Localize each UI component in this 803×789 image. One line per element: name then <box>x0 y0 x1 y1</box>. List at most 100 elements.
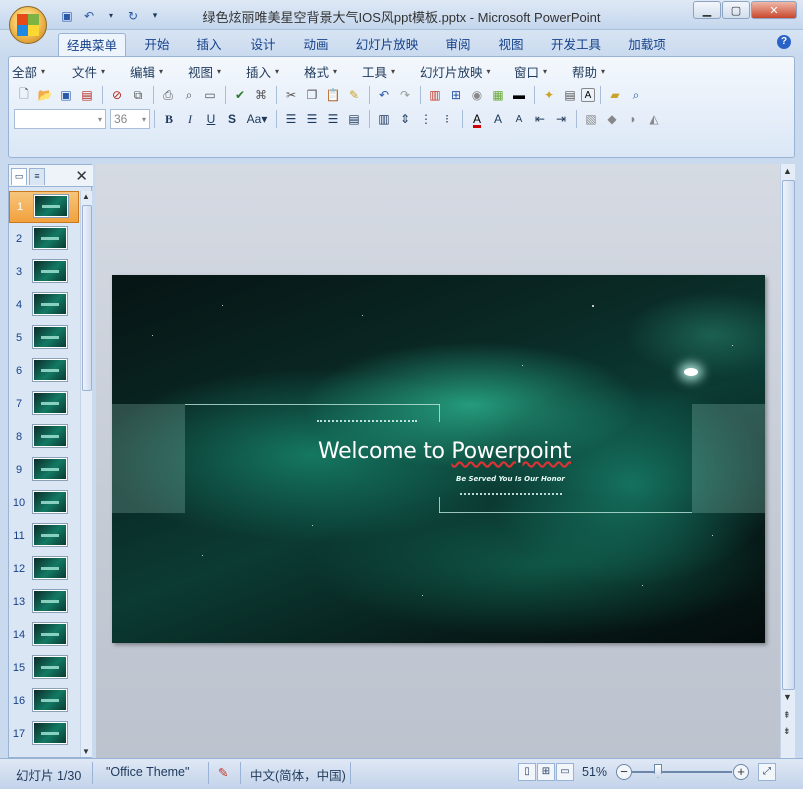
tab-insert[interactable]: 插入 <box>190 33 228 58</box>
new-slide-icon[interactable]: ✦ <box>539 85 559 105</box>
previous-slide-icon[interactable]: ⇞ <box>783 710 791 721</box>
tab-outline[interactable]: ≡ <box>29 168 45 185</box>
zoom-out-button[interactable]: − <box>616 764 632 780</box>
arrange-icon[interactable]: ▧ <box>581 109 601 129</box>
font-size-combo[interactable]: 36 ▾ <box>110 109 150 129</box>
minimize-button[interactable]: ▁ <box>693 1 721 19</box>
slide-thumbnail-12[interactable]: 12 <box>9 554 79 586</box>
zoom-slider-thumb[interactable] <box>654 764 662 778</box>
bold-icon[interactable]: B <box>159 109 179 129</box>
scroll-up-icon[interactable]: ▲ <box>783 166 792 176</box>
italic-icon[interactable]: I <box>180 109 200 129</box>
print-icon[interactable]: ⎙ <box>158 85 178 105</box>
align-left-icon[interactable]: ☰ <box>281 109 301 129</box>
slide-thumbnail-1[interactable]: 1 <box>9 191 79 223</box>
scroll-down-icon[interactable]: ▼ <box>783 692 792 702</box>
save-icon[interactable]: ▣ <box>56 85 76 105</box>
columns-icon[interactable]: ▥ <box>374 109 394 129</box>
normal-view-button[interactable]: ▯ <box>518 763 536 781</box>
slide-thumbnail-10[interactable]: 10 <box>9 488 79 520</box>
scroll-thumb[interactable] <box>82 205 92 391</box>
menu-all[interactable]: 全部 ▾ <box>12 61 72 81</box>
align-center-icon[interactable]: ☰ <box>302 109 322 129</box>
slide-thumbnail-4[interactable]: 4 <box>9 290 79 322</box>
justify-icon[interactable]: ▤ <box>344 109 364 129</box>
shrink-font-icon[interactable]: A <box>509 109 529 129</box>
redo-icon[interactable]: ↷ <box>395 85 415 105</box>
menu-format[interactable]: 格式 ▾ <box>304 61 362 81</box>
tab-slideshow[interactable]: 幻灯片放映 <box>350 33 424 58</box>
research-icon[interactable]: ⌘ <box>251 85 271 105</box>
tab-developer[interactable]: 开发工具 <box>545 33 607 58</box>
slide-thumbnail-6[interactable]: 6 <box>9 356 79 388</box>
menu-edit[interactable]: 编辑 ▾ <box>130 61 188 81</box>
office-button[interactable] <box>9 6 47 44</box>
menu-view[interactable]: 视图 ▾ <box>188 61 246 81</box>
tab-animation[interactable]: 动画 <box>297 33 335 58</box>
slide-thumbnail-9[interactable]: 9 <box>9 455 79 487</box>
menu-tools[interactable]: 工具 ▾ <box>362 61 420 81</box>
maximize-button[interactable]: ▢ <box>722 1 750 19</box>
next-slide-icon[interactable]: ⇟ <box>783 726 791 737</box>
slide-thumbnail-15[interactable]: 15 <box>9 653 79 685</box>
open-folder-icon[interactable]: 📂 <box>35 85 55 105</box>
format-painter-icon[interactable]: ✎ <box>344 85 364 105</box>
grow-font-icon[interactable]: A <box>488 109 508 129</box>
quick-style-icon[interactable]: ◗ <box>623 109 643 129</box>
scroll-down-icon[interactable]: ▼ <box>82 747 90 756</box>
language-indicator[interactable]: 中文(简体，中国) <box>250 765 346 784</box>
slideshow-view-button[interactable]: ▭ <box>556 763 574 781</box>
paste-icon[interactable]: 📋 <box>323 85 343 105</box>
menu-help[interactable]: 帮助 ▾ <box>572 61 622 81</box>
font-name-combo[interactable]: ▾ <box>14 109 106 129</box>
slide-thumbnail-5[interactable]: 5 <box>9 323 79 355</box>
align-right-icon[interactable]: ☰ <box>323 109 343 129</box>
layout-icon[interactable]: ▤ <box>560 85 580 105</box>
menu-insert[interactable]: 插入 ▾ <box>246 61 304 81</box>
slide-thumbnail-14[interactable]: 14 <box>9 620 79 652</box>
thumbnail-scrollbar[interactable]: ▲ ▼ <box>80 191 92 757</box>
slide-thumbnail-2[interactable]: 2 <box>9 224 79 256</box>
chart-icon[interactable]: ▥ <box>425 85 445 105</box>
help-icon[interactable]: ? <box>777 35 791 49</box>
color-icon[interactable]: ▬ <box>509 85 529 105</box>
slide-thumbnail-16[interactable]: 16 <box>9 686 79 718</box>
line-spacing-icon[interactable]: ⇕ <box>395 109 415 129</box>
tab-classic-menu[interactable]: 经典菜单 <box>58 33 126 58</box>
screen-icon[interactable]: ▭ <box>200 85 220 105</box>
shadow-icon[interactable]: S <box>222 109 242 129</box>
spell-check-icon[interactable]: ✎ <box>218 765 228 780</box>
slide-thumbnail-8[interactable]: 8 <box>9 422 79 454</box>
bullets-icon[interactable]: ⁝ <box>437 109 457 129</box>
menu-file[interactable]: 文件 ▾ <box>72 61 130 81</box>
slide-thumbnail-3[interactable]: 3 <box>9 257 79 289</box>
tab-design[interactable]: 设计 <box>244 33 282 58</box>
tab-addins[interactable]: 加载项 <box>622 33 672 58</box>
tab-slides[interactable]: ▭ <box>11 168 27 185</box>
slide-thumbnail-13[interactable]: 13 <box>9 587 79 619</box>
print-preview-icon[interactable]: ⌕ <box>179 85 199 105</box>
tab-review[interactable]: 审阅 <box>439 33 477 58</box>
font-color-icon[interactable]: A <box>467 109 487 129</box>
current-slide[interactable]: Welcome to Powerpoint Be Served You Is O… <box>112 275 765 643</box>
change-case-icon[interactable]: Aa▾ <box>243 109 271 129</box>
permission-icon[interactable]: ⊘ <box>107 85 127 105</box>
new-file-icon[interactable]: 🗋 <box>14 85 34 105</box>
zoom-in-button[interactable]: + <box>733 764 749 780</box>
menu-window[interactable]: 窗口 ▾ <box>514 61 572 81</box>
zoom-level[interactable]: 51% <box>582 765 607 779</box>
tab-home[interactable]: 开始 <box>138 33 176 58</box>
underline-icon[interactable]: U <box>201 109 221 129</box>
decrease-indent-icon[interactable]: ⇤ <box>530 109 550 129</box>
table-icon[interactable]: ⊞ <box>446 85 466 105</box>
increase-indent-icon[interactable]: ⇥ <box>551 109 571 129</box>
close-button[interactable]: ✕ <box>751 1 797 19</box>
cut-icon[interactable]: ✂ <box>281 85 301 105</box>
picture-icon[interactable]: ▦ <box>488 85 508 105</box>
textbox-icon[interactable]: A <box>581 88 595 102</box>
copy-icon[interactable]: ❐ <box>302 85 322 105</box>
pdf-icon[interactable]: ▤ <box>77 85 97 105</box>
slide-thumbnail-7[interactable]: 7 <box>9 389 79 421</box>
vertical-scrollbar[interactable]: ▲ ▼ ⇞ ⇟ <box>780 164 795 758</box>
zoom-slider[interactable] <box>632 771 732 773</box>
